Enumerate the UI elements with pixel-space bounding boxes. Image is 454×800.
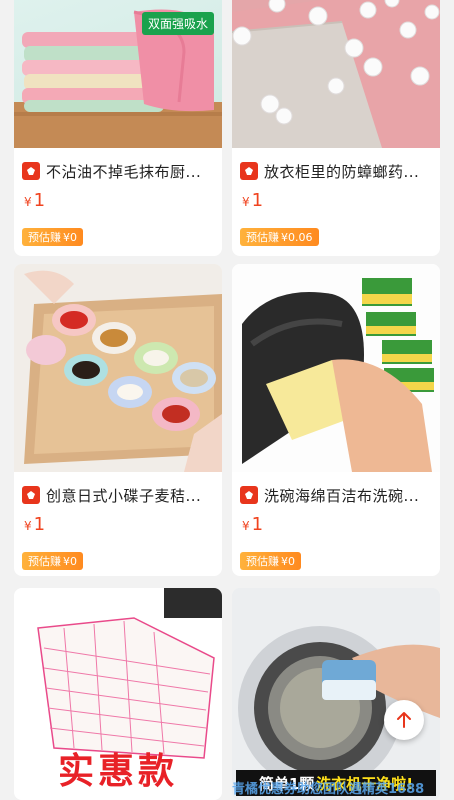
product-image[interactable] [14, 264, 222, 472]
estimated-earn-badge: 预估赚 ¥0 [240, 552, 301, 570]
price-currency: ¥ [242, 195, 250, 209]
product-title-row: 不沾油不掉毛抹布厨... [22, 160, 216, 182]
earn-label: 预估赚 [246, 231, 279, 244]
product-image[interactable]: 双面强吸水 [14, 0, 222, 148]
product-price: ¥ 1 [242, 190, 263, 211]
earn-label: 预估赚 [28, 231, 61, 244]
price-value: 1 [251, 190, 264, 211]
price-value: 1 [33, 190, 46, 211]
product-card[interactable]: 洗碗海绵百洁布洗碗... ¥ 1 预估赚 ¥0 [232, 264, 440, 576]
product-card[interactable]: 放衣柜里的防蟑螂药... ¥ 1 预估赚 ¥0.06 [232, 0, 440, 256]
product-price: ¥ 1 [24, 514, 45, 535]
earn-value: ¥0.06 [281, 230, 313, 244]
product-title: 洗碗海绵百洁布洗碗... [264, 486, 420, 505]
earn-value: ¥0 [63, 230, 77, 244]
estimated-earn-badge: 预估赚 ¥0.06 [240, 228, 319, 246]
earn-label: 预估赚 [246, 555, 279, 568]
shop-logo-icon [22, 162, 40, 180]
mothball-illustration [232, 0, 440, 148]
shop-logo-icon [22, 486, 40, 504]
earn-value: ¥0 [281, 554, 295, 568]
earn-label: 预估赚 [28, 555, 61, 568]
price-currency: ¥ [24, 519, 32, 533]
price-currency: ¥ [242, 519, 250, 533]
product-price: ¥ 1 [242, 514, 263, 535]
product-title: 不沾油不掉毛抹布厨... [46, 162, 202, 181]
estimated-earn-badge: 预估赚 ¥0 [22, 228, 83, 246]
price-value: 1 [251, 514, 264, 535]
image-tag: 双面强吸水 [141, 12, 214, 35]
earn-value: ¥0 [63, 554, 77, 568]
product-image[interactable]: 简单1颗 洗衣机干净啦! [232, 588, 440, 800]
watermark-text: 青橘优惠券助您团队遇精英1688 [232, 782, 425, 797]
price-currency: ¥ [24, 195, 32, 209]
shop-logo-icon [240, 486, 258, 504]
product-card[interactable]: 双面强吸水 不沾油不掉毛抹布厨... ¥ 1 预估赚 ¥0 [14, 0, 222, 256]
product-card[interactable]: 简单1颗 洗衣机干净啦! [232, 588, 440, 800]
product-image[interactable] [232, 264, 440, 472]
shop-logo-icon [240, 162, 258, 180]
product-title-row: 放衣柜里的防蟑螂药... [240, 160, 434, 182]
product-price: ¥ 1 [24, 190, 45, 211]
product-title: 创意日式小碟子麦秸... [46, 486, 202, 505]
product-title: 放衣柜里的防蟑螂药... [264, 162, 420, 181]
sponge-illustration [232, 264, 440, 472]
price-value: 1 [33, 514, 46, 535]
estimated-earn-badge: 预估赚 ¥0 [22, 552, 83, 570]
product-card[interactable]: 创意日式小碟子麦秸... ¥ 1 预估赚 ¥0 [14, 264, 222, 576]
product-title-row: 创意日式小碟子麦秸... [22, 484, 216, 506]
arrow-up-icon [397, 712, 411, 728]
image-banner-text: 实惠款 [57, 751, 178, 792]
product-image[interactable]: 实惠款 [14, 588, 222, 800]
product-title-row: 洗碗海绵百洁布洗碗... [240, 484, 434, 506]
product-card[interactable]: 实惠款 [14, 588, 222, 800]
washing-machine-illustration [232, 588, 440, 800]
scroll-to-top-button[interactable] [384, 700, 424, 740]
dish-plates-illustration [14, 264, 222, 472]
product-image[interactable] [232, 0, 440, 148]
